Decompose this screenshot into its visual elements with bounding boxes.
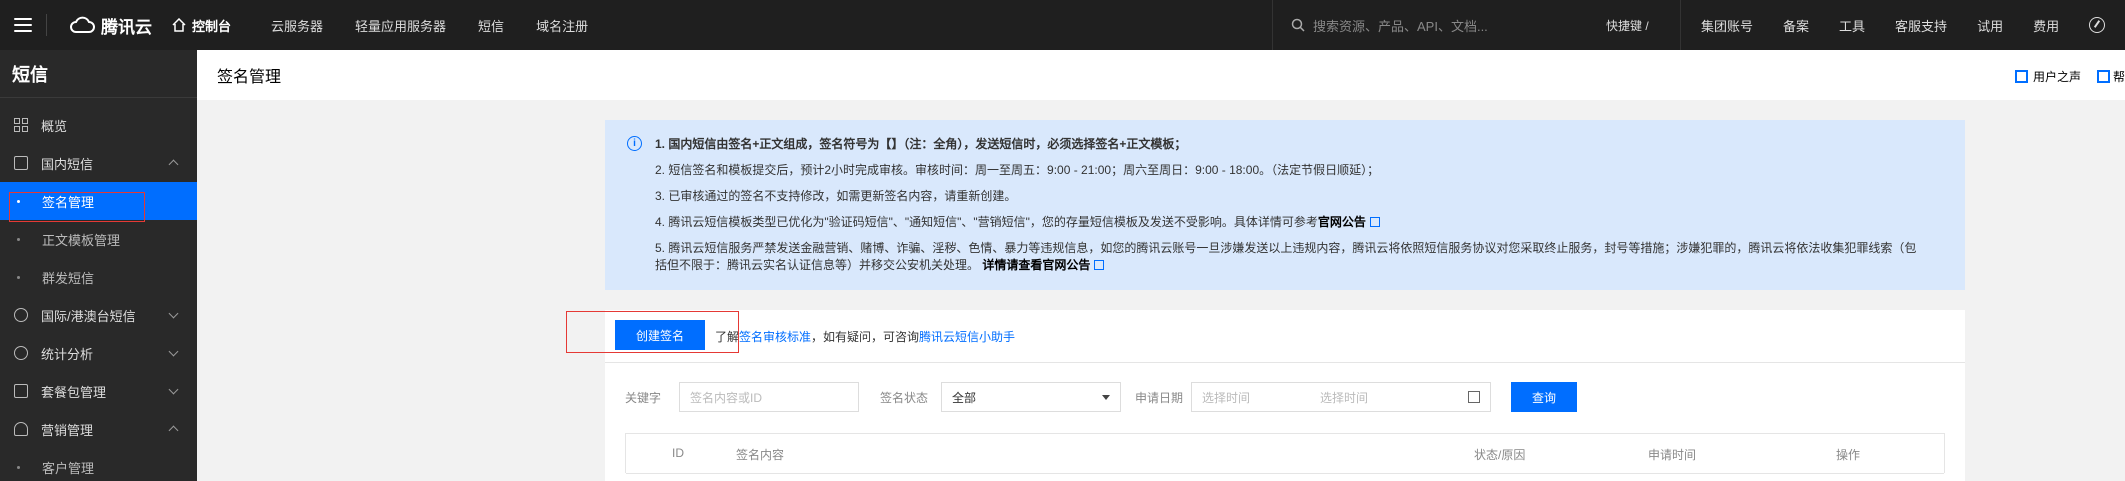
nav-sms[interactable]: 短信 bbox=[478, 16, 504, 35]
notice-item: 5. 腾讯云短信服务严禁发送金融营销、赌博、诈骗、淫秽、色情、暴力等违规信息，如… bbox=[655, 241, 1917, 272]
nav-icp[interactable]: 备案 bbox=[1783, 16, 1809, 35]
keyword-label: 关键字 bbox=[625, 391, 662, 405]
notice-item: 4. 腾讯云短信模板类型已优化为"验证码短信"、"通知短信"、"营销短信"，您的… bbox=[655, 214, 1945, 231]
user-voice-link[interactable]: 用户之声 bbox=[2014, 68, 2081, 85]
external-link-icon bbox=[1369, 217, 1380, 227]
date-end-input[interactable]: 选择时间 bbox=[1320, 389, 1368, 406]
sidebar-item-intl-sms[interactable]: 国际/港澳台短信 bbox=[0, 296, 197, 334]
sidebar-item-marketing[interactable]: 营销管理 bbox=[0, 410, 197, 448]
user-icon bbox=[14, 422, 28, 436]
page-header: 签名管理 用户之声 帮 bbox=[197, 50, 2125, 100]
assistant-link[interactable]: 腾讯云短信小助手 bbox=[919, 330, 1015, 344]
sidebar: 短信 概览 国内短信 签名管理 正文模板管理 群发短信 国际/港澳台短信 统计分… bbox=[0, 50, 197, 481]
divider bbox=[626, 473, 1944, 474]
compass-icon[interactable] bbox=[2089, 17, 2106, 33]
nav-domain[interactable]: 域名注册 bbox=[536, 16, 588, 35]
query-button[interactable]: 查询 bbox=[1511, 382, 1577, 412]
create-signature-button[interactable]: 创建签名 bbox=[615, 320, 705, 350]
external-link-icon bbox=[1094, 260, 1105, 270]
nav-cvm[interactable]: 云服务器 bbox=[271, 16, 323, 35]
info-icon: i bbox=[627, 136, 642, 151]
divider bbox=[46, 14, 47, 36]
search-icon bbox=[1291, 18, 1305, 32]
chevron-down-icon bbox=[168, 346, 179, 357]
nav-support[interactable]: 客服支持 bbox=[1895, 16, 1947, 35]
home-icon bbox=[172, 18, 186, 32]
date-label: 申请日期 bbox=[1135, 391, 1184, 405]
column-action: 操作 bbox=[1836, 448, 1861, 462]
chart-icon bbox=[14, 346, 28, 360]
mail-icon bbox=[14, 156, 28, 170]
column-id: ID bbox=[672, 446, 684, 460]
brand-name: 腾讯云 bbox=[101, 17, 152, 37]
search-input[interactable]: 搜索资源、产品、API、文档... bbox=[1313, 16, 1488, 35]
signature-panel: 创建签名 了解签名审核标准，如有疑问，可咨询腾讯云短信小助手 关键字 签名内容或… bbox=[605, 310, 1965, 481]
shortcut-hint[interactable]: 快捷键 / bbox=[1606, 17, 1649, 34]
nav-lighthouse[interactable]: 轻量应用服务器 bbox=[355, 16, 446, 35]
sidebar-item-bulk-sms[interactable]: 群发短信 bbox=[0, 258, 197, 296]
notice-box: i 1. 国内短信由签名+正文组成，签名符号为【】（注：全角），发送短信时，必须… bbox=[605, 120, 1965, 290]
status-label: 签名状态 bbox=[880, 391, 929, 405]
right-nav: 集团账号 备案 工具 客服支持 试用 费用 bbox=[1680, 0, 2106, 50]
sidebar-item-package[interactable]: 套餐包管理 bbox=[0, 372, 197, 410]
sidebar-title: 短信 bbox=[0, 50, 197, 98]
notice-item: 2. 短信签名和模板提交后，预计2小时完成审核。审核时间：周一至周五：9:00 … bbox=[655, 163, 1380, 177]
official-notice-link[interactable]: 官网公告 bbox=[1318, 215, 1366, 229]
sidebar-item-signature[interactable]: 签名管理 bbox=[0, 182, 197, 220]
notice-item: 1. 国内短信由签名+正文组成，签名符号为【】（注：全角），发送短信时，必须选择… bbox=[655, 137, 1187, 151]
column-apply-time: 申请时间 bbox=[1648, 448, 1697, 462]
menu-button[interactable] bbox=[0, 0, 46, 50]
date-start-input[interactable]: 选择时间 bbox=[1202, 389, 1250, 406]
top-bar: 腾讯云 控制台 云服务器 轻量应用服务器 短信 域名注册 搜索资源、产品、API… bbox=[0, 0, 2125, 50]
cloud-logo-icon bbox=[70, 16, 95, 33]
globe-icon bbox=[14, 308, 28, 322]
chevron-down-icon bbox=[168, 384, 179, 395]
brand-logo[interactable]: 腾讯云 bbox=[69, 13, 152, 38]
console-link[interactable]: 控制台 bbox=[172, 16, 231, 35]
keyword-input[interactable]: 签名内容或ID bbox=[679, 382, 859, 412]
chevron-down-icon bbox=[168, 308, 179, 319]
status-select[interactable]: 全部 bbox=[941, 382, 1121, 412]
column-content: 签名内容 bbox=[736, 448, 785, 462]
review-standard-link[interactable]: 签名审核标准 bbox=[739, 330, 811, 344]
date-range-picker[interactable]: 选择时间 选择时间 bbox=[1191, 382, 1491, 412]
calendar-icon bbox=[1468, 391, 1480, 403]
notice-item: 3. 已审核通过的签名不支持修改，如需更新签名内容，请重新创建。 bbox=[655, 189, 1017, 203]
column-status: 状态/原因 bbox=[1474, 448, 1526, 462]
sidebar-item-template[interactable]: 正文模板管理 bbox=[0, 220, 197, 258]
nav-tools[interactable]: 工具 bbox=[1839, 16, 1865, 35]
caret-down-icon bbox=[1102, 395, 1110, 400]
divider bbox=[605, 362, 1965, 363]
sidebar-item-statistics[interactable]: 统计分析 bbox=[0, 334, 197, 372]
top-nav: 云服务器 轻量应用服务器 短信 域名注册 bbox=[271, 16, 620, 35]
feedback-icon bbox=[2014, 70, 2028, 83]
nav-trial[interactable]: 试用 bbox=[1977, 16, 2003, 35]
help-doc-link[interactable]: 帮 bbox=[2096, 68, 2125, 85]
sidebar-item-overview[interactable]: 概览 bbox=[0, 106, 197, 144]
grid-icon bbox=[14, 118, 28, 132]
sidebar-item-customer[interactable]: 客户管理 bbox=[0, 448, 197, 481]
page-title: 签名管理 bbox=[217, 69, 282, 86]
table-header: ID 签名内容 状态/原因 申请时间 操作 bbox=[625, 433, 1945, 474]
detail-notice-link[interactable]: 详情请查看官网公告 bbox=[982, 258, 1090, 272]
sidebar-item-domestic-sms[interactable]: 国内短信 bbox=[0, 144, 197, 182]
nav-group-account[interactable]: 集团账号 bbox=[1701, 16, 1753, 35]
create-hint: 了解签名审核标准，如有疑问，可咨询腾讯云短信小助手 bbox=[715, 330, 1016, 344]
chevron-up-icon bbox=[168, 425, 179, 436]
chevron-up-icon bbox=[168, 159, 179, 170]
doc-icon bbox=[2096, 70, 2110, 83]
hamburger-icon bbox=[14, 18, 32, 32]
package-icon bbox=[14, 384, 28, 398]
nav-billing[interactable]: 费用 bbox=[2033, 16, 2059, 35]
